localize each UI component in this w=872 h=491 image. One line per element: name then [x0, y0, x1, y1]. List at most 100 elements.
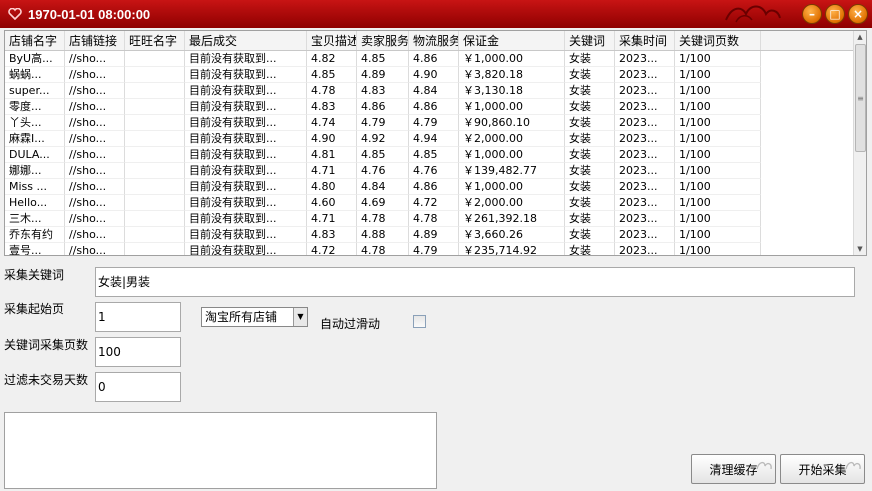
- table-row[interactable]: Hello...//sho... 目前没有获取到... 4.60 4.69 4.72 ￥2…: [5, 195, 855, 211]
- table-cell: 4.79: [357, 115, 409, 131]
- table-row[interactable]: 乔东有约//sho... 目前没有获取到... 4.83 4.88 4.89 ￥3,660…: [5, 227, 855, 243]
- header-col-seller-score[interactable]: 卖家服务: [357, 31, 409, 50]
- keyword-input[interactable]: 女装|男装: [95, 267, 855, 297]
- table-cell: 1/100: [675, 243, 761, 255]
- table-cell: 女装: [565, 131, 615, 147]
- table-cell: 4.86: [409, 179, 459, 195]
- table-row[interactable]: 丫头...//sho... 目前没有获取到... 4.74 4.79 4.79 ￥90,8…: [5, 115, 855, 131]
- shop-type-select[interactable]: 淘宝所有店铺 ▼: [201, 307, 308, 327]
- table-cell: 2023...: [615, 227, 675, 243]
- table-cell: 1/100: [675, 211, 761, 227]
- table-cell: 2023...: [615, 211, 675, 227]
- table-cell: ￥2,000.00: [459, 131, 565, 147]
- table-cell: 2023...: [615, 67, 675, 83]
- header-col-last-deal[interactable]: 最后成交: [185, 31, 307, 50]
- grid-header-row: 店铺名字 店铺链接 旺旺名字 最后成交 宝贝描述 卖家服务 物流服务 保证金 关键词 采集时间 关键…: [5, 31, 855, 51]
- start-page-input[interactable]: 1: [95, 302, 181, 332]
- clear-cache-button[interactable]: 清理缓存: [691, 454, 776, 484]
- header-col-keyword[interactable]: 关键词: [565, 31, 615, 50]
- table-row[interactable]: 壹号...//sho... 目前没有获取到... 4.72 4.78 4.79 ￥235,…: [5, 243, 855, 255]
- start-button[interactable]: 开始采集: [780, 454, 865, 484]
- shop-data-grid[interactable]: 店铺名字 店铺链接 旺旺名字 最后成交 宝贝描述 卖家服务 物流服务 保证金 关键词 采集时间 关键…: [4, 30, 867, 256]
- table-row[interactable]: 零度...//sho... 目前没有获取到... 4.83 4.86 4.86 ￥1,00…: [5, 99, 855, 115]
- header-col-desc-score[interactable]: 宝贝描述: [307, 31, 357, 50]
- table-cell: 目前没有获取到...: [185, 227, 307, 243]
- table-cell: ￥1,000.00: [459, 179, 565, 195]
- title-bar: 1970-01-01 08:00:00 – □ ×: [0, 0, 872, 28]
- table-cell: 4.60: [307, 195, 357, 211]
- table-cell: [125, 163, 185, 179]
- table-cell: 2023...: [615, 115, 675, 131]
- table-row[interactable]: super...//sho... 目前没有获取到... 4.78 4.83 4.84 ￥3…: [5, 83, 855, 99]
- cloud-ornament-icon: [725, 5, 781, 23]
- table-cell: 4.83: [307, 227, 357, 243]
- header-col-shop-link[interactable]: 店铺链接: [65, 31, 125, 50]
- table-cell: 4.78: [357, 211, 409, 227]
- header-col-logistics-score[interactable]: 物流服务: [409, 31, 459, 50]
- table-cell: ByU高...: [5, 51, 65, 67]
- table-row[interactable]: 麻霖I...//sho... 目前没有获取到... 4.90 4.92 4.94 ￥2,0…: [5, 131, 855, 147]
- scroll-thumb[interactable]: ≡: [855, 44, 866, 152]
- table-cell: //sho...: [65, 115, 125, 131]
- scroll-up-icon[interactable]: ▲: [854, 31, 866, 43]
- table-cell: 4.81: [307, 147, 357, 163]
- pages-input[interactable]: 100: [95, 337, 181, 367]
- table-cell: 4.90: [307, 131, 357, 147]
- table-cell: 1/100: [675, 195, 761, 211]
- table-cell: 2023...: [615, 131, 675, 147]
- table-row[interactable]: 蜗蜗...//sho... 目前没有获取到... 4.85 4.89 4.90 ￥3,82…: [5, 67, 855, 83]
- filter-days-input[interactable]: 0: [95, 372, 181, 402]
- table-cell: 4.86: [409, 99, 459, 115]
- table-row[interactable]: 三木...//sho... 目前没有获取到... 4.71 4.78 4.78 ￥261,…: [5, 211, 855, 227]
- minimize-button[interactable]: –: [802, 4, 822, 24]
- header-col-deposit[interactable]: 保证金: [459, 31, 565, 50]
- table-row[interactable]: 娜娜...//sho... 目前没有获取到... 4.71 4.76 4.76 ￥139,…: [5, 163, 855, 179]
- log-output-box[interactable]: [4, 412, 437, 489]
- table-cell: [125, 243, 185, 255]
- table-cell: ￥3,820.18: [459, 67, 565, 83]
- table-cell: 4.89: [357, 67, 409, 83]
- table-cell: 4.94: [409, 131, 459, 147]
- table-cell: [125, 131, 185, 147]
- restore-button[interactable]: □: [825, 4, 845, 24]
- header-col-keyword-pages[interactable]: 关键词页数: [675, 31, 761, 50]
- vertical-scrollbar[interactable]: ▲ ≡ ▼: [853, 31, 866, 255]
- header-col-collect-time[interactable]: 采集时间: [615, 31, 675, 50]
- start-page-label: 采集起始页: [4, 302, 65, 316]
- table-cell: 4.71: [307, 163, 357, 179]
- table-cell: 目前没有获取到...: [185, 83, 307, 99]
- table-cell: [125, 83, 185, 99]
- table-cell: [125, 211, 185, 227]
- table-cell: 4.76: [357, 163, 409, 179]
- table-cell: 女装: [565, 227, 615, 243]
- table-cell: 目前没有获取到...: [185, 243, 307, 255]
- table-row[interactable]: DULA...//sho... 目前没有获取到... 4.81 4.85 4.85 ￥1,…: [5, 147, 855, 163]
- table-cell: 女装: [565, 51, 615, 67]
- table-cell: super...: [5, 83, 65, 99]
- cloud-ornament-icon: [845, 461, 861, 470]
- table-cell: 4.82: [307, 51, 357, 67]
- auto-slide-checkbox[interactable]: [413, 315, 426, 328]
- table-cell: 女装: [565, 179, 615, 195]
- table-cell: 4.71: [307, 211, 357, 227]
- table-cell: 目前没有获取到...: [185, 115, 307, 131]
- table-cell: 1/100: [675, 163, 761, 179]
- table-row[interactable]: Miss ...//sho... 目前没有获取到... 4.80 4.84 4.86 ￥1…: [5, 179, 855, 195]
- table-cell: //sho...: [65, 179, 125, 195]
- table-cell: 4.78: [357, 243, 409, 255]
- table-cell: 4.74: [307, 115, 357, 131]
- table-row[interactable]: ByU高...//sho... 目前没有获取到... 4.82 4.85 4.86 ￥1,…: [5, 51, 855, 67]
- table-cell: 目前没有获取到...: [185, 51, 307, 67]
- table-cell: 目前没有获取到...: [185, 179, 307, 195]
- scroll-down-icon[interactable]: ▼: [854, 243, 866, 255]
- header-col-wangwang[interactable]: 旺旺名字: [125, 31, 185, 50]
- table-cell: 女装: [565, 147, 615, 163]
- table-cell: 女装: [565, 243, 615, 255]
- table-cell: 麻霖I...: [5, 131, 65, 147]
- table-cell: 2023...: [615, 163, 675, 179]
- close-button[interactable]: ×: [848, 4, 868, 24]
- header-col-shop-name[interactable]: 店铺名字: [5, 31, 65, 50]
- table-cell: Hello...: [5, 195, 65, 211]
- table-cell: DULA...: [5, 147, 65, 163]
- table-cell: //sho...: [65, 227, 125, 243]
